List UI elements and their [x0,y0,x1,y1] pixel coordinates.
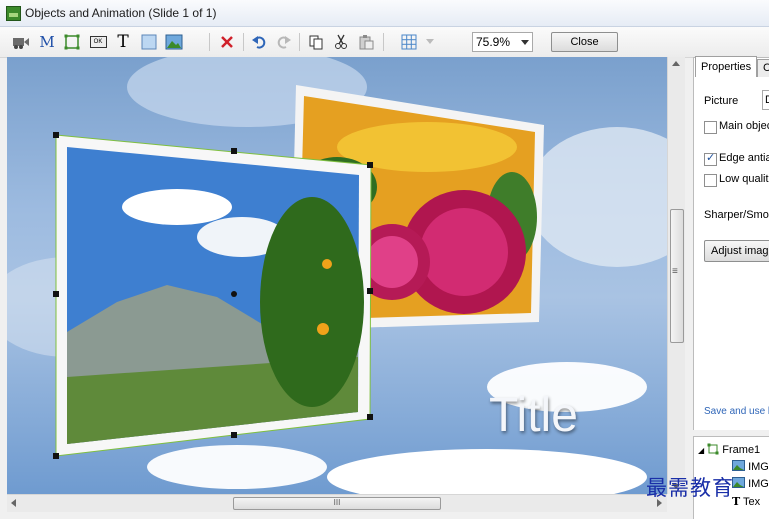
main-object-checkbox[interactable] [704,121,717,134]
tree-item-text[interactable]: T Tex [732,495,760,508]
toolbar-separator [299,33,300,51]
slide-title-text[interactable]: Title [489,388,578,443]
grid-icon[interactable] [399,32,419,52]
vertical-scroll-thumb[interactable]: ≡ [670,209,684,343]
slide-canvas[interactable]: Title [7,57,667,494]
edge-antialiasing-label: Edge antia [719,152,769,164]
tree-item-img-1[interactable]: IMG [732,460,769,473]
vertical-grip-icon: ≡ [672,266,678,277]
close-button[interactable]: Close [551,32,618,52]
delete-icon[interactable] [217,32,237,52]
edge-antialiasing-checkbox[interactable] [704,151,717,166]
adjust-image-button[interactable]: Adjust imag [704,240,769,262]
picture-label: Picture [704,95,739,107]
text-icon[interactable]: T [113,32,133,52]
tree-item-label: Frame1 [722,444,761,456]
video-icon[interactable] [11,32,31,52]
mask-icon[interactable]: M [37,32,57,52]
grid-dropdown-icon[interactable] [420,32,440,52]
landscape-photo[interactable] [55,134,372,457]
collapse-icon[interactable]: ◢ [698,446,704,455]
scroll-left-icon[interactable] [11,499,16,507]
cut-icon[interactable] [331,32,351,52]
picture-field[interactable]: D [762,90,769,110]
properties-panel: Properties Co Picture D Main objec Edge … [693,56,769,430]
tree-item-img-2[interactable]: IMG [732,477,769,490]
title-bar: Objects and Animation (Slide 1 of 1) [0,0,769,27]
tree-item-frame1[interactable]: ◢ Frame1 [698,443,760,456]
app-icon [6,6,21,21]
toolbar-separator [209,33,210,51]
tab-secondary[interactable]: Co [757,59,769,77]
toolbar-separator [243,33,244,51]
image-icon [732,460,745,471]
tab-properties[interactable]: Properties [695,56,758,77]
scroll-up-icon[interactable] [672,61,680,66]
undo-icon[interactable] [249,32,269,52]
watermark-text: 最需教育 [646,476,734,500]
rectangle-icon[interactable] [62,32,82,52]
toolbar-separator [383,33,384,51]
frame-icon [707,443,719,455]
window-title: Objects and Animation (Slide 1 of 1) [25,6,217,20]
image-icon[interactable] [164,32,184,52]
tree-item-label: IMG [748,478,769,490]
low-quality-checkbox[interactable] [704,174,717,187]
redo-icon[interactable] [274,32,294,52]
blank-icon[interactable] [139,32,159,52]
button-icon[interactable]: OK [88,32,108,52]
button-icon-label: OK [89,36,107,48]
zoom-value: 75.9% [476,35,511,49]
chevron-down-icon [521,40,529,45]
horizontal-scrollbar[interactable]: III [7,494,667,512]
horizontal-scroll-thumb[interactable]: III [233,497,441,510]
low-quality-label: Low qualit [719,173,769,185]
copy-icon[interactable] [306,32,326,52]
sharper-smoother-label: Sharper/Smo [704,209,769,221]
vertical-scrollbar[interactable]: ≡ [667,57,685,494]
tree-item-label: IMG [748,461,769,473]
main-object-label: Main objec [719,120,769,132]
paste-icon[interactable] [356,32,376,52]
toolbar: M OK T 75.9% Close [0,27,769,58]
zoom-select[interactable]: 75.9% [472,32,533,52]
save-and-use-link[interactable]: Save and use b [704,406,769,417]
tree-item-label: Tex [743,496,761,508]
